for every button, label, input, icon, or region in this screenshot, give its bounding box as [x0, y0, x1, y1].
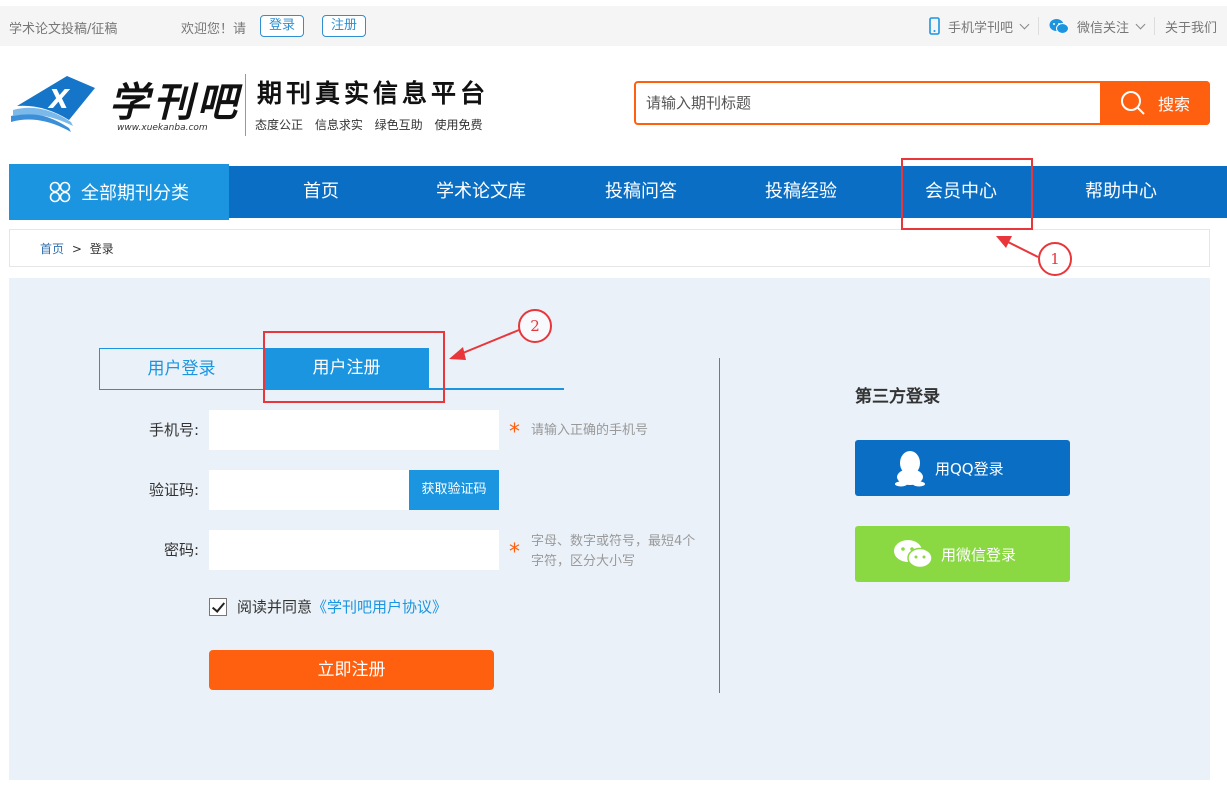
vertical-divider: [719, 358, 720, 693]
logo-divider: [245, 74, 246, 136]
about-label: 关于我们: [1164, 20, 1217, 36]
logo-url: www.xuekanba.com: [117, 123, 208, 133]
all-categories-label: 全部期刊分类: [81, 183, 189, 204]
wechat-login-button[interactable]: 用微信登录: [855, 526, 1070, 582]
breadcrumb-home[interactable]: 首页: [40, 242, 64, 256]
search-icon: [1120, 91, 1145, 115]
chevron-down-icon: [1135, 19, 1146, 29]
grid-icon: [49, 181, 71, 203]
top-register-button[interactable]: 注册: [322, 15, 367, 37]
breadcrumb: 首页 > 登录: [9, 229, 1210, 267]
phone-input[interactable]: [209, 410, 499, 450]
agree-checkbox[interactable]: [209, 597, 227, 616]
annotation-box-member-center: [901, 158, 1033, 230]
svg-text:X: X: [47, 85, 71, 115]
phone-icon: [929, 17, 940, 35]
agree-text: 阅读并同意: [237, 598, 313, 616]
qq-penguin-icon: [895, 451, 925, 487]
nav-item-help[interactable]: 帮助中心: [1041, 166, 1201, 218]
breadcrumb-current: 登录: [89, 242, 114, 256]
code-label: 验证码:: [148, 481, 199, 499]
qq-login-button[interactable]: 用QQ登录: [855, 440, 1070, 496]
third-party-title: 第三方登录: [855, 387, 940, 407]
password-input[interactable]: [209, 530, 499, 570]
chevron-down-icon: [1019, 19, 1030, 29]
register-submit-button[interactable]: 立即注册: [209, 650, 494, 690]
nav-item-experience[interactable]: 投稿经验: [721, 166, 881, 218]
phone-hint: 请输入正确的手机号: [531, 423, 649, 438]
search-button[interactable]: 搜索: [1100, 81, 1210, 125]
logo-book-icon: X: [11, 76, 95, 132]
qq-login-label: 用QQ登录: [935, 459, 1004, 478]
main-nav: 全部期刊分类 首页 学术论文库 投稿问答 投稿经验 会员中心 帮助中心: [9, 164, 1227, 220]
agreement-row: 阅读并同意 《学刊吧用户协议》: [209, 596, 447, 617]
tab-login[interactable]: 用户登录: [99, 348, 264, 389]
welcome-text: 欢迎您！请: [181, 22, 247, 37]
annotation-marker-2: 2: [518, 309, 552, 343]
search-box: 搜索: [634, 81, 1210, 125]
register-panel: 用户登录 用户注册 手机号: * 请输入正确的手机号 验证码: 获取验证码 密码…: [9, 278, 1210, 780]
required-star: *: [509, 420, 520, 445]
site-logo[interactable]: X 学刊吧 www.xuekanba.com 期刊真实信息平台 态度公正 信息求…: [9, 66, 509, 142]
logo-name: 学刊吧: [109, 79, 241, 126]
search-button-label: 搜索: [1157, 95, 1190, 114]
nav-item-library[interactable]: 学术论文库: [401, 166, 561, 218]
annotation-box-register-tab: [263, 331, 445, 403]
nav-item-home[interactable]: 首页: [241, 166, 401, 218]
all-categories-button[interactable]: 全部期刊分类: [9, 164, 229, 220]
breadcrumb-separator: >: [71, 242, 82, 256]
required-star: *: [509, 540, 520, 565]
mobile-link[interactable]: 手机学刊吧: [919, 17, 1038, 36]
wechat-login-label: 用微信登录: [941, 545, 1017, 564]
logo-subslogan: 态度公正 信息求实 绿色互助 使用免费: [255, 118, 483, 132]
mobile-label: 手机学刊吧: [947, 20, 1013, 36]
top-login-button[interactable]: 登录: [260, 15, 305, 37]
nav-item-qa[interactable]: 投稿问答: [561, 166, 721, 218]
search-input[interactable]: [636, 83, 1102, 123]
agreement-link[interactable]: 《学刊吧用户协议》: [312, 596, 447, 617]
wechat-icon: [894, 540, 933, 569]
wechat-label: 微信关注: [1076, 20, 1129, 36]
top-bar: 学术论文投稿/征稿 欢迎您！请 登录 注册 手机学刊吧 微信关注 关于我们: [0, 0, 1227, 46]
phone-label: 手机号:: [148, 421, 199, 439]
annotation-marker-1: 1: [1038, 242, 1072, 276]
wechat-follow-link[interactable]: 微信关注: [1037, 17, 1154, 36]
password-hint: 字母、数字或符号，最短4个字符，区分大小写: [531, 534, 696, 569]
about-link[interactable]: 关于我们: [1153, 17, 1227, 36]
page: 学术论文投稿/征稿 欢迎您！请 登录 注册 手机学刊吧 微信关注 关于我们 X …: [0, 0, 1227, 797]
top-right-links: 手机学刊吧 微信关注 关于我们: [919, 6, 1227, 46]
logo-slogan: 期刊真实信息平台: [257, 79, 490, 108]
password-label: 密码:: [163, 541, 199, 559]
site-link[interactable]: 学术论文投稿/征稿: [9, 18, 117, 37]
wechat-icon: [1049, 18, 1069, 34]
get-code-button[interactable]: 获取验证码: [409, 470, 499, 510]
code-input[interactable]: [209, 470, 409, 510]
